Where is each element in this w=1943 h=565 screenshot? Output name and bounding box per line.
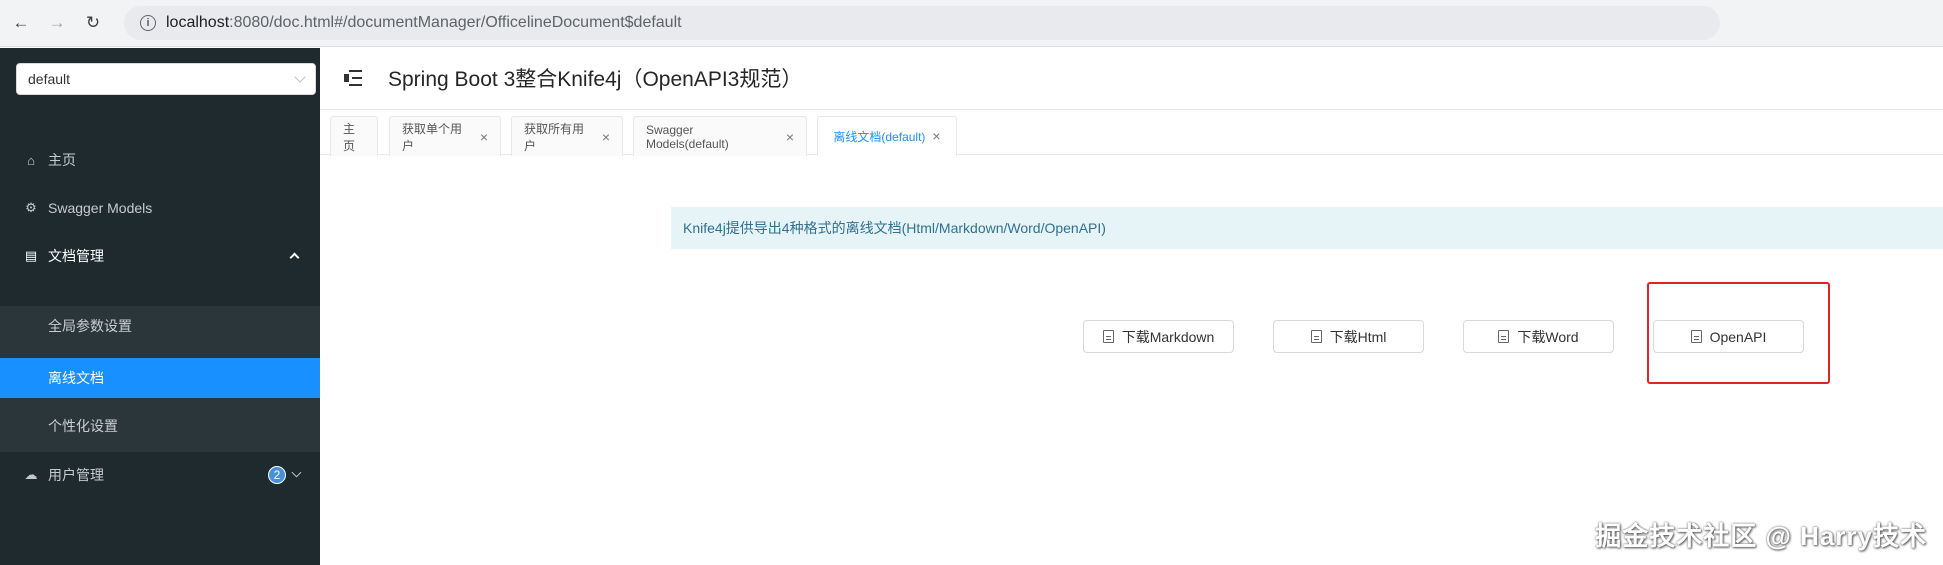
download-markdown-button[interactable]: 下载Markdown xyxy=(1083,320,1234,353)
sidebar-item-label: 文档管理 xyxy=(48,248,104,264)
header: Spring Boot 3整合Knife4j（OpenAPI3规范） xyxy=(320,48,1943,110)
page-title: Spring Boot 3整合Knife4j（OpenAPI3规范） xyxy=(388,68,803,91)
chevron-down-icon xyxy=(294,71,306,83)
tab-label: 获取单个用户 xyxy=(402,121,463,153)
sidebar-item-user-manage[interactable]: ☁ 用户管理 2 xyxy=(0,452,320,498)
tab-get-all-users[interactable]: 获取所有用户 × xyxy=(511,116,623,156)
close-icon[interactable]: × xyxy=(602,129,610,145)
download-html-button[interactable]: 下载Html xyxy=(1273,320,1424,353)
highlight-annotation-box xyxy=(1647,282,1830,384)
sidebar-subitem-global-params[interactable]: 全局参数设置 xyxy=(0,306,320,346)
doc-manage-icon: ▤ xyxy=(24,248,38,263)
gear-icon: ⚙ xyxy=(25,200,37,215)
button-label: 下载Markdown xyxy=(1121,328,1215,345)
back-icon[interactable]: ← xyxy=(10,12,32,34)
close-icon[interactable]: × xyxy=(786,129,794,145)
sidebar-item-doc-manage[interactable]: ▤ 文档管理 xyxy=(0,233,320,279)
tab-get-user[interactable]: 获取单个用户 × xyxy=(389,116,501,156)
file-icon xyxy=(1310,330,1322,343)
browser-toolbar: ← → ↻ i localhost:8080/doc.html#/documen… xyxy=(0,0,1943,47)
tab-label: 获取所有用户 xyxy=(524,121,585,153)
group-select[interactable]: default xyxy=(16,63,316,95)
sidebar-item-label: 用户管理 xyxy=(48,467,104,483)
button-label: 下载Html xyxy=(1329,328,1387,345)
sidebar-subitem-label: 全局参数设置 xyxy=(48,318,132,334)
sidebar-subitem-personalize[interactable]: 个性化设置 xyxy=(0,406,320,446)
site-info-icon[interactable]: i xyxy=(140,15,156,31)
close-icon[interactable]: × xyxy=(932,128,940,144)
menu-collapse-icon[interactable] xyxy=(344,70,362,86)
sidebar-item-swagger-models[interactable]: ⚙ Swagger Models xyxy=(0,185,320,231)
watermark: 掘金技术社区 @ Harry技术 xyxy=(1595,521,1927,551)
sidebar-subitem-label: 离线文档 xyxy=(48,370,104,386)
tab-label: Swagger Models(default) xyxy=(646,122,729,151)
home-icon: ⌂ xyxy=(27,152,35,168)
close-icon[interactable]: × xyxy=(480,129,488,145)
forward-icon[interactable]: → xyxy=(46,12,68,34)
tab-label: 离线文档(default) xyxy=(833,129,926,144)
cloud-icon: ☁ xyxy=(24,467,38,482)
sidebar-item-label: Swagger Models xyxy=(48,200,153,216)
sidebar-item-home[interactable]: ⌂ 主页 xyxy=(0,137,320,183)
tab-label: 主页 xyxy=(343,121,356,153)
tab-swagger-models[interactable]: Swagger Models(default) × xyxy=(633,116,807,156)
reload-icon[interactable]: ↻ xyxy=(82,12,104,34)
chevron-up-icon xyxy=(289,252,300,263)
file-icon xyxy=(1102,330,1114,343)
button-label: 下载Word xyxy=(1517,328,1579,345)
tab-home[interactable]: 主页 xyxy=(330,116,378,156)
sidebar-subitem-label: 个性化设置 xyxy=(48,418,118,434)
sidebar-item-label: 主页 xyxy=(48,152,76,168)
tab-bar: 主页 获取单个用户 × 获取所有用户 × Swagger Models(defa… xyxy=(320,111,1943,156)
url-host: localhost xyxy=(166,14,230,31)
chevron-down-icon xyxy=(291,467,302,478)
sidebar: default ⌂ 主页 ⚙ Swagger Models ▤ 文档管理 全局参… xyxy=(0,48,320,565)
count-badge: 2 xyxy=(268,466,286,484)
info-notice: Knife4j提供导出4种格式的离线文档(Html/Markdown/Word/… xyxy=(671,207,1943,249)
file-icon xyxy=(1498,330,1510,343)
download-word-button[interactable]: 下载Word xyxy=(1463,320,1614,353)
address-bar[interactable]: i localhost:8080/doc.html#/documentManag… xyxy=(124,6,1720,40)
tab-offline-doc[interactable]: 离线文档(default) × xyxy=(817,116,957,156)
group-select-value: default xyxy=(28,71,71,87)
url-path: :8080/doc.html#/documentManager/Officeli… xyxy=(229,14,682,31)
sidebar-subitem-offline-doc[interactable]: 离线文档 xyxy=(0,358,320,398)
